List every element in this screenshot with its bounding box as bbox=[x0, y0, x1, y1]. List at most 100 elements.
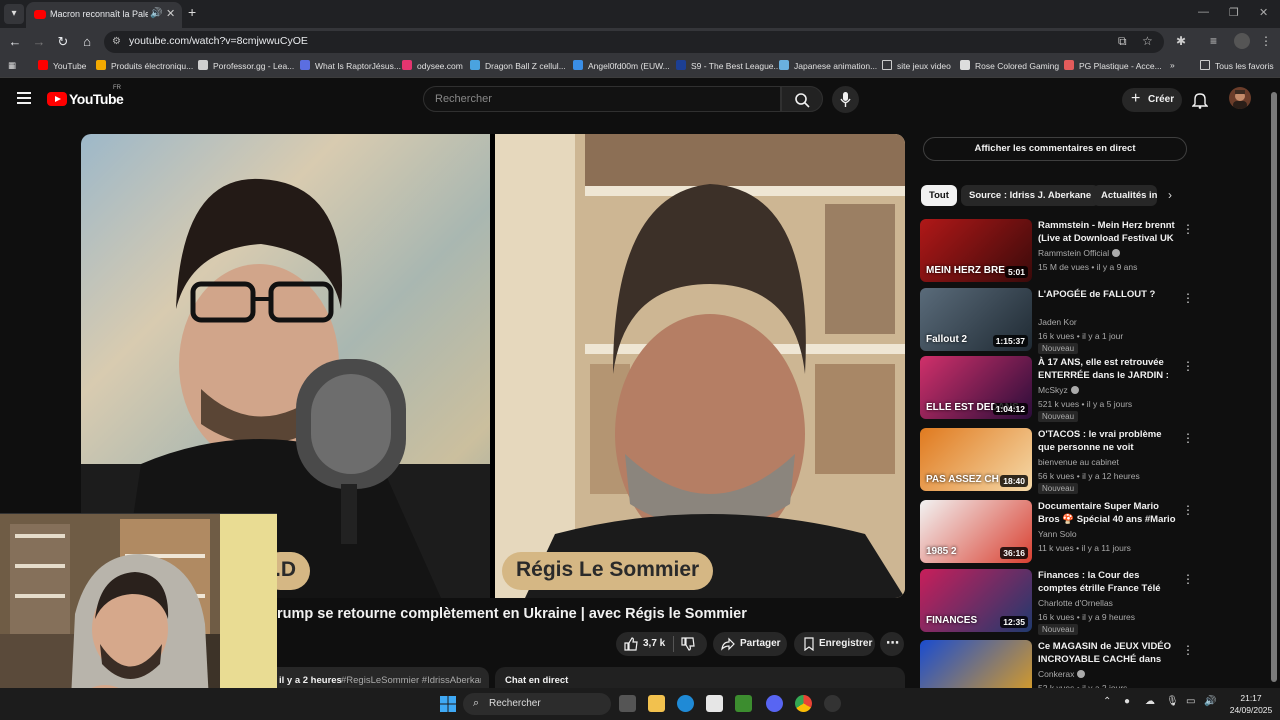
close-window-icon[interactable]: ✕ bbox=[1259, 6, 1268, 19]
bookmark-item[interactable]: Produits électroniqu... bbox=[96, 60, 193, 71]
install-app-icon[interactable]: ⧉ bbox=[1118, 34, 1127, 49]
video-thumbnail[interactable]: PAS ASSEZ CH 18:40 bbox=[920, 428, 1032, 491]
chip-all[interactable]: Tout bbox=[921, 185, 957, 206]
channel-name[interactable]: Yann Solo bbox=[1038, 529, 1077, 539]
site-info-icon[interactable]: ⚙ bbox=[112, 36, 124, 48]
bookmark-item[interactable]: Porofessor.gg - Lea... bbox=[198, 60, 294, 71]
all-bookmarks-folder[interactable]: Tous les favoris bbox=[1200, 60, 1274, 71]
task-view-icon[interactable] bbox=[619, 695, 636, 712]
volume-icon[interactable]: 🔊 bbox=[1204, 696, 1216, 707]
windows-start-icon[interactable] bbox=[440, 696, 456, 712]
recommended-video[interactable]: Fallout 2 1:15:37 L'APOGÉE de FALLOUT ? Jad… bbox=[920, 288, 1194, 354]
tab-search-button[interactable]: ▾ bbox=[4, 4, 24, 24]
more-options-icon[interactable]: ⋮ bbox=[1182, 431, 1194, 445]
like-count[interactable]: 3,7 k bbox=[643, 638, 665, 649]
share-button[interactable]: Partager bbox=[713, 632, 787, 656]
video-thumbnail[interactable]: FINANCES 12:35 bbox=[920, 569, 1032, 632]
recommended-video[interactable]: MEIN HERZ BRE 5:01 Rammstein - Mein Herz b… bbox=[920, 219, 1194, 283]
address-bar[interactable]: ⚙ youtube.com/watch?v=8cmjwwuCyOE ⧉ ☆ bbox=[104, 31, 1164, 53]
recommended-video-title[interactable]: Documentaire Super Mario Bros 🍄 Spécial … bbox=[1038, 500, 1176, 527]
microphone-tray-icon[interactable]: 🎙 bbox=[1166, 696, 1179, 707]
chip-news[interactable]: Actualités in bbox=[1093, 185, 1157, 206]
video-thumbnail[interactable]: 1985 2 36:16 bbox=[920, 500, 1032, 563]
new-tab-button[interactable]: + bbox=[188, 4, 196, 20]
menu-hamburger-icon[interactable] bbox=[17, 92, 31, 104]
notifications-bell-icon[interactable] bbox=[1191, 91, 1209, 109]
file-explorer-icon[interactable] bbox=[648, 695, 665, 712]
hashtags[interactable]: #RegisLeSommier #IdrissAberkane bbox=[341, 675, 481, 686]
search-button[interactable] bbox=[781, 86, 823, 112]
bookmark-item[interactable]: Japanese animation... bbox=[779, 60, 877, 71]
recommended-video-title[interactable]: Ce MAGASIN de JEUX VIDÉO INCROYABLE CACH… bbox=[1038, 640, 1176, 667]
bookmark-item[interactable]: site jeux video bbox=[882, 60, 951, 71]
recommended-video-title[interactable]: O'TACOS : le vrai problème que personne … bbox=[1038, 428, 1176, 454]
more-actions-button[interactable]: ⋯ bbox=[880, 632, 904, 656]
minimize-icon[interactable]: — bbox=[1198, 6, 1209, 18]
speaker-icon[interactable]: 🔊 bbox=[150, 8, 162, 19]
taskbar-search[interactable]: ⌕ Rechercher bbox=[463, 693, 611, 715]
browser-profile-avatar[interactable] bbox=[1234, 33, 1250, 49]
channel-name[interactable]: McSkyz bbox=[1038, 385, 1079, 395]
more-options-icon[interactable]: ⋮ bbox=[1182, 291, 1194, 305]
bookmark-item[interactable]: What Is RaptorJésus... bbox=[300, 60, 401, 71]
chevron-right-icon[interactable]: › bbox=[1168, 188, 1172, 202]
more-options-icon[interactable]: ⋮ bbox=[1182, 643, 1194, 657]
bookmark-item[interactable]: Angel0fd00m (EUW... bbox=[573, 60, 670, 71]
chrome-icon[interactable] bbox=[795, 695, 812, 712]
edge-browser-icon[interactable] bbox=[677, 695, 694, 712]
discord-icon[interactable] bbox=[766, 695, 783, 712]
search-input[interactable]: Rechercher bbox=[423, 86, 781, 112]
like-icon[interactable] bbox=[624, 637, 638, 651]
channel-name[interactable]: Jaden Kor bbox=[1038, 317, 1077, 327]
more-options-icon[interactable]: ⋮ bbox=[1182, 503, 1194, 517]
more-bookmarks-icon[interactable]: » bbox=[1170, 60, 1175, 70]
bookmark-star-icon[interactable]: ☆ bbox=[1142, 34, 1153, 48]
voice-search-button[interactable] bbox=[832, 86, 859, 113]
scrollbar-thumb[interactable] bbox=[1271, 92, 1277, 682]
bookmark-item[interactable]: S9 - The Best League... bbox=[676, 60, 781, 71]
recommended-video[interactable]: 1985 2 36:16 Documentaire Super Mario Bros… bbox=[920, 500, 1194, 564]
steam-icon[interactable] bbox=[824, 695, 841, 712]
bookmark-item[interactable]: Dragon Ball Z cellul... bbox=[470, 60, 566, 71]
video-thumbnail[interactable]: Fallout 2 1:15:37 bbox=[920, 288, 1032, 351]
recommended-video-title[interactable]: À 17 ANS, elle est retrouvée ENTERRÉE da… bbox=[1038, 356, 1176, 383]
video-thumbnail[interactable]: MEIN HERZ BRE 5:01 bbox=[920, 219, 1032, 282]
recommended-video[interactable]: ELLE EST DEDANS 1:04:12 À 17 ANS, elle est… bbox=[920, 356, 1194, 422]
channel-name[interactable]: bienvenue au cabinet bbox=[1038, 457, 1119, 467]
network-icon[interactable]: ▭ bbox=[1186, 696, 1195, 707]
more-options-icon[interactable]: ⋮ bbox=[1182, 359, 1194, 373]
bookmark-item[interactable]: Rose Colored Gaming bbox=[960, 60, 1059, 71]
create-button[interactable]: + Créer bbox=[1122, 88, 1182, 112]
save-button[interactable]: Enregistrer bbox=[794, 632, 875, 656]
recommended-video[interactable]: FINANCES 12:35 Finances : la Cour des comp… bbox=[920, 569, 1194, 635]
page-scrollbar[interactable] bbox=[1271, 82, 1277, 688]
forward-icon[interactable]: → bbox=[30, 33, 48, 51]
recommended-video-title[interactable]: Rammstein - Mein Herz brennt (Live at Do… bbox=[1038, 219, 1176, 246]
bookmark-item[interactable]: PG Plastique - Acce... bbox=[1064, 60, 1162, 71]
apps-grid-icon[interactable]: ▦ bbox=[8, 60, 16, 71]
recommended-video-title[interactable]: L'APOGÉE de FALLOUT ? bbox=[1038, 288, 1176, 301]
show-live-comments-button[interactable]: Afficher les commentaires en direct bbox=[923, 137, 1187, 161]
store-icon[interactable] bbox=[706, 695, 723, 712]
system-clock[interactable]: 21:17 24/09/2025 bbox=[1228, 692, 1274, 716]
channel-name[interactable]: Rammstein Official bbox=[1038, 248, 1121, 258]
dislike-icon[interactable] bbox=[681, 637, 695, 651]
account-avatar[interactable] bbox=[1229, 87, 1251, 109]
video-thumbnail[interactable]: ELLE EST DEDANS 1:04:12 bbox=[920, 356, 1032, 419]
tray-expand-icon[interactable]: ⌃ bbox=[1103, 696, 1111, 707]
back-icon[interactable]: ← bbox=[6, 33, 24, 51]
close-tab-icon[interactable]: ✕ bbox=[166, 7, 175, 20]
channel-name[interactable]: Conkerax bbox=[1038, 669, 1086, 679]
more-options-icon[interactable]: ⋮ bbox=[1182, 572, 1194, 586]
home-icon[interactable]: ⌂ bbox=[78, 33, 96, 51]
extensions-icon[interactable]: ✱ bbox=[1176, 34, 1186, 48]
browser-tab-active[interactable]: Macron reconnaît la Palestine 🔊 ✕ bbox=[26, 2, 182, 28]
channel-name[interactable]: Charlotte d'Ornellas bbox=[1038, 598, 1113, 608]
restore-icon[interactable]: ❐ bbox=[1229, 6, 1239, 19]
reading-list-icon[interactable]: ≡ bbox=[1210, 34, 1217, 48]
chip-source[interactable]: Source : Idriss J. Aberkane bbox=[961, 185, 1100, 206]
reload-icon[interactable]: ↻ bbox=[54, 33, 72, 51]
recommended-video-title[interactable]: Finances : la Cour des comptes étrille F… bbox=[1038, 569, 1176, 595]
bookmark-item[interactable]: odysee.com bbox=[402, 60, 463, 71]
recommended-video[interactable]: PAS ASSEZ CH 18:40 O'TACOS : le vrai probl… bbox=[920, 428, 1194, 494]
